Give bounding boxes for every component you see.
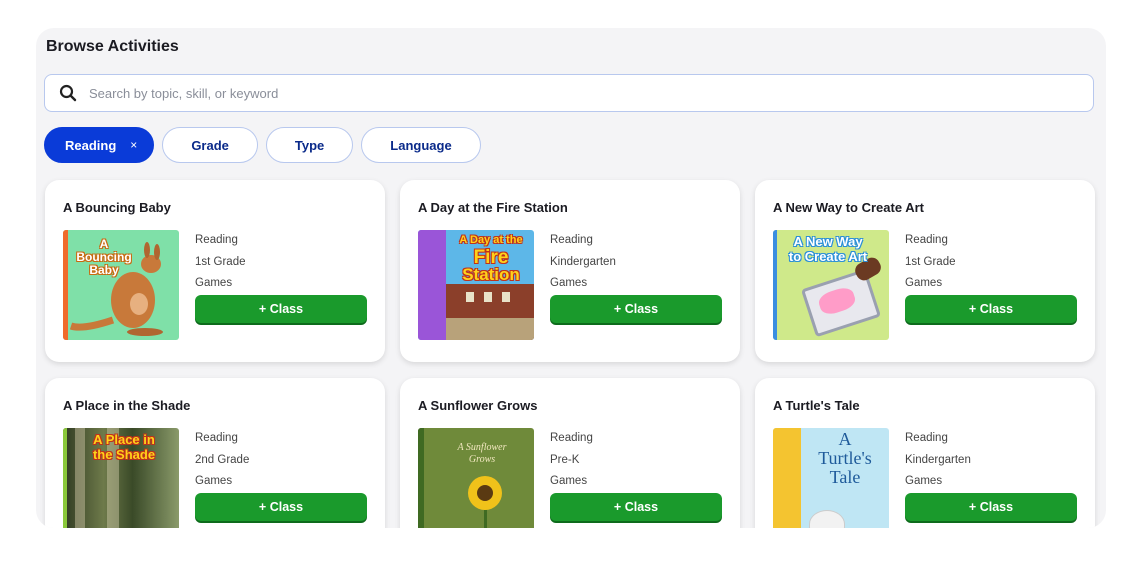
filter-chip-label: Type (294, 137, 325, 153)
book-cover-image[interactable]: A Sunflower Grows (418, 428, 534, 528)
activity-title: A New Way to Create Art (773, 200, 924, 215)
activity-title: A Sunflower Grows (418, 398, 538, 413)
book-cover-image[interactable]: A Day at the Fire Station (418, 230, 534, 340)
cover-text: Baby (89, 263, 119, 277)
filter-chip-grade[interactable]: Grade (162, 127, 258, 163)
activity-subject: Reading (195, 234, 238, 246)
cover-text: A (838, 429, 852, 449)
activity-card[interactable]: A Turtle's Tale A Turtle's Tale Reading … (755, 378, 1095, 528)
activity-card[interactable]: A Bouncing Baby A Bouncing Baby Reading … (45, 180, 385, 362)
activity-grade: Pre-K (550, 453, 580, 466)
filter-bar: Reading × Grade Type Language (44, 127, 481, 163)
cover-text: A Sunflower (457, 442, 507, 453)
activity-type: Games (905, 277, 943, 289)
cover-text: A New Way (793, 234, 863, 249)
activity-type: Games (195, 277, 233, 289)
activity-subject: Reading (195, 432, 238, 444)
book-cover-image[interactable]: A Bouncing Baby (63, 230, 179, 340)
cover-text: Grows (468, 454, 496, 465)
activity-card[interactable]: A New Way to Create Art A New Way to Cre… (755, 180, 1095, 362)
activity-meta: Reading 1st Grade Games (195, 230, 246, 295)
cover-text: Station (462, 265, 520, 284)
add-to-class-button[interactable]: + Class (550, 493, 722, 521)
add-to-class-button[interactable]: + Class (905, 493, 1077, 521)
activity-meta: Reading Pre-K Games (550, 428, 593, 493)
activity-subject: Reading (550, 432, 593, 444)
activity-grade: 1st Grade (905, 255, 956, 268)
filter-chip-reading[interactable]: Reading × (44, 127, 155, 163)
activity-grade: 2nd Grade (195, 453, 250, 466)
filter-chip-language[interactable]: Language (361, 127, 481, 163)
activity-type: Games (195, 475, 233, 487)
add-to-class-button[interactable]: + Class (195, 493, 367, 521)
filter-chip-type[interactable]: Type (265, 127, 354, 163)
activity-type: Games (550, 475, 588, 487)
book-cover-image[interactable]: A New Way to Create Art (773, 230, 889, 340)
activity-grade: Kindergarten (905, 453, 971, 466)
activity-meta: Reading Kindergarten Games (905, 428, 971, 493)
activity-meta: Reading Kindergarten Games (550, 230, 616, 295)
activity-subject: Reading (905, 432, 948, 444)
activity-card[interactable]: A Day at the Fire Station A Day at the F… (400, 180, 740, 362)
cover-text: Tale (829, 467, 861, 487)
activity-meta: Reading 2nd Grade Games (195, 428, 249, 493)
add-to-class-button[interactable]: + Class (550, 295, 722, 323)
browse-panel: Browse Activities Reading × Grade Type L… (36, 28, 1106, 528)
filter-chip-label: Reading (65, 137, 117, 153)
cover-text: the Shade (92, 447, 156, 462)
filter-chip-label: Language (390, 137, 452, 153)
activity-title: A Turtle's Tale (773, 398, 860, 413)
close-icon[interactable]: × (130, 138, 137, 152)
cover-text: Turtle's (818, 448, 872, 468)
add-to-class-button[interactable]: + Class (195, 295, 367, 323)
activity-card[interactable]: A Sunflower Grows A Sunflower Grows Read… (400, 378, 740, 528)
cover-text: A Place in (93, 432, 155, 447)
activity-subject: Reading (905, 234, 948, 246)
page-title: Browse Activities (46, 38, 179, 55)
cover-text: to Create Art (788, 249, 868, 264)
book-cover-image[interactable]: A Turtle's Tale (773, 428, 889, 528)
filter-chip-label: Grade (191, 137, 229, 153)
add-to-class-button[interactable]: + Class (905, 295, 1077, 323)
activity-meta: Reading 1st Grade Games (905, 230, 956, 295)
activity-title: A Bouncing Baby (63, 200, 171, 215)
activity-type: Games (905, 475, 943, 487)
activity-subject: Reading (550, 234, 593, 246)
search-icon (59, 84, 77, 102)
search-box[interactable] (44, 74, 1094, 112)
book-cover-image[interactable]: A Place in the Shade (63, 428, 179, 528)
activity-title: A Day at the Fire Station (418, 200, 568, 215)
activity-card[interactable]: A Place in the Shade A Place in the Shad… (45, 378, 385, 528)
activity-grade: 1st Grade (195, 255, 246, 268)
activity-type: Games (550, 277, 588, 289)
cover-text: Fire (473, 247, 509, 268)
activity-title: A Place in the Shade (63, 398, 191, 413)
search-input[interactable] (87, 84, 991, 102)
activity-grade: Kindergarten (550, 255, 616, 268)
